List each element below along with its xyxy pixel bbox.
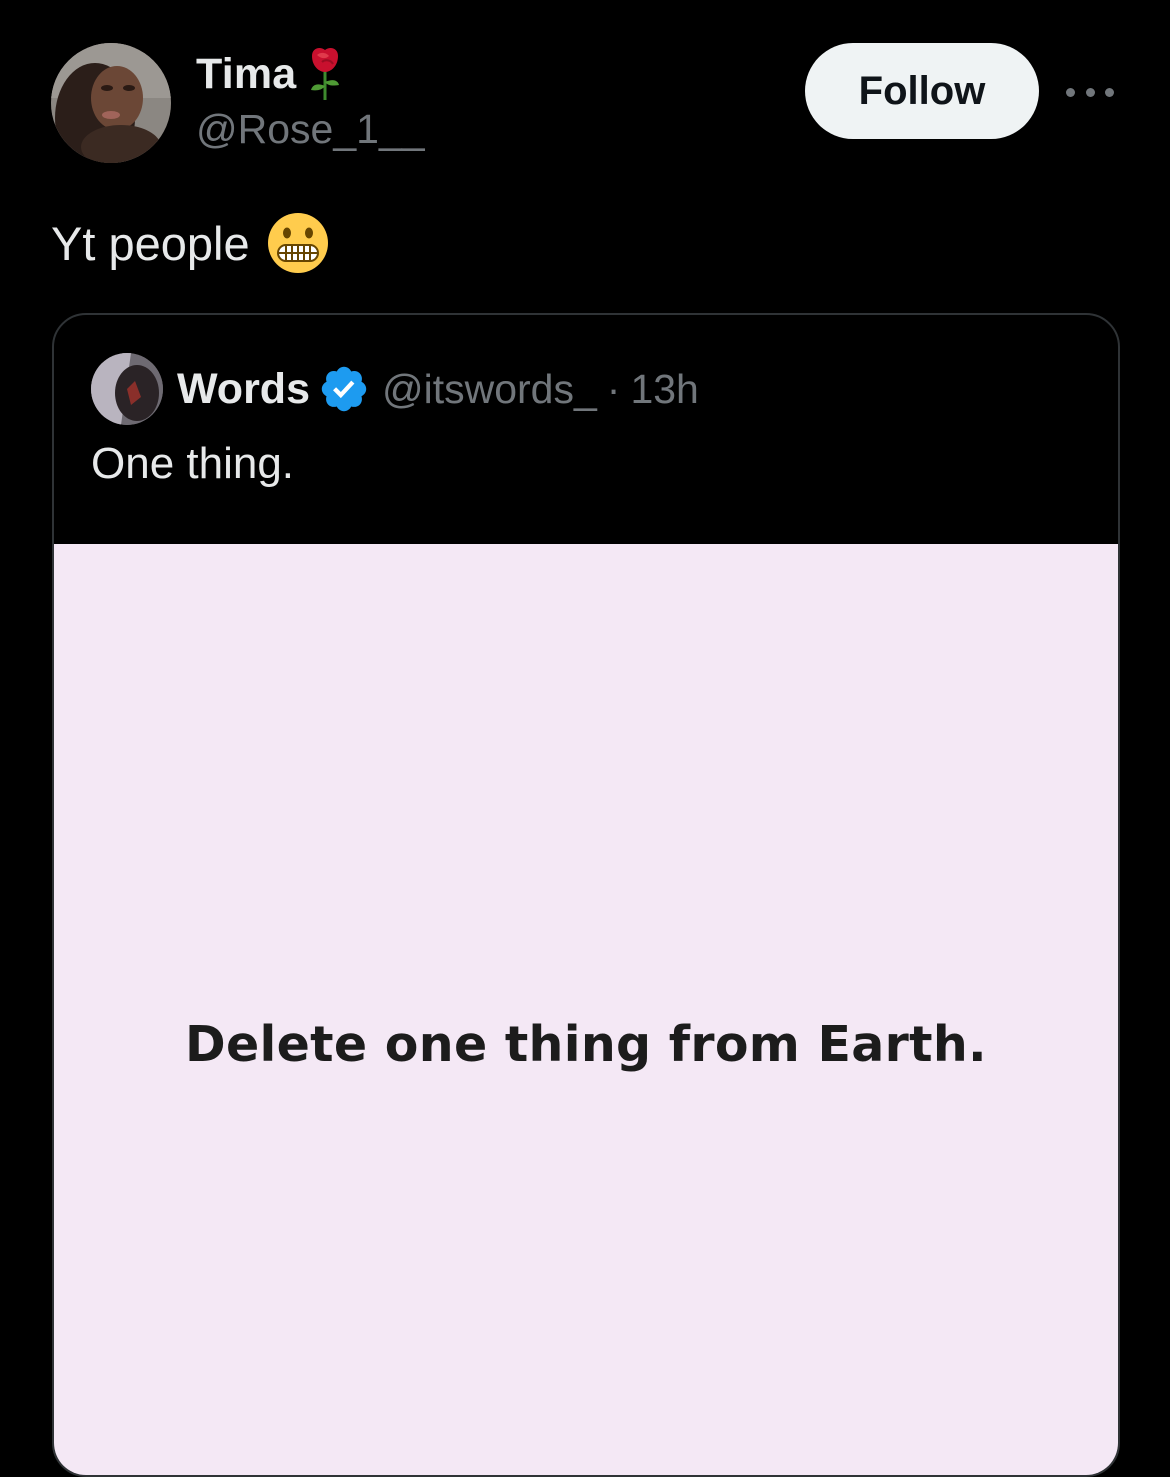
- more-dot: [1066, 87, 1075, 97]
- quoted-author-display-name[interactable]: Words: [177, 365, 310, 414]
- quoted-tweet-card[interactable]: Words @itswords_ · 13h One thing. Delete…: [52, 313, 1120, 1477]
- rose-icon: [306, 46, 344, 102]
- tweet-text: Yt people: [51, 216, 250, 270]
- quoted-tweet-text: One thing.: [91, 439, 295, 488]
- grimacing-face-icon: [266, 211, 330, 275]
- more-dot: [1085, 87, 1095, 97]
- quoted-tweet-header: Words @itswords_ · 13h: [91, 351, 699, 427]
- verified-badge-icon: [318, 363, 370, 415]
- author-avatar[interactable]: [51, 43, 171, 163]
- more-dot: [1105, 87, 1114, 97]
- quoted-author-handle[interactable]: @itswords_: [382, 366, 597, 413]
- quoted-author-avatar[interactable]: [91, 353, 163, 425]
- separator-dot: ·: [606, 365, 621, 412]
- author-display-name[interactable]: Tima: [196, 50, 296, 99]
- quoted-tweet-media[interactable]: Delete one thing from Earth.: [54, 544, 1118, 1475]
- follow-button[interactable]: Follow: [805, 43, 1039, 139]
- author-name-row[interactable]: Tima: [196, 44, 344, 104]
- more-icon[interactable]: [1066, 82, 1114, 102]
- author-handle[interactable]: @Rose_1__: [196, 106, 425, 153]
- tweet-text-row: Yt people: [51, 210, 330, 276]
- quoted-tweet-timestamp[interactable]: 13h: [630, 366, 698, 413]
- media-caption-text: Delete one thing from Earth.: [185, 1016, 987, 1073]
